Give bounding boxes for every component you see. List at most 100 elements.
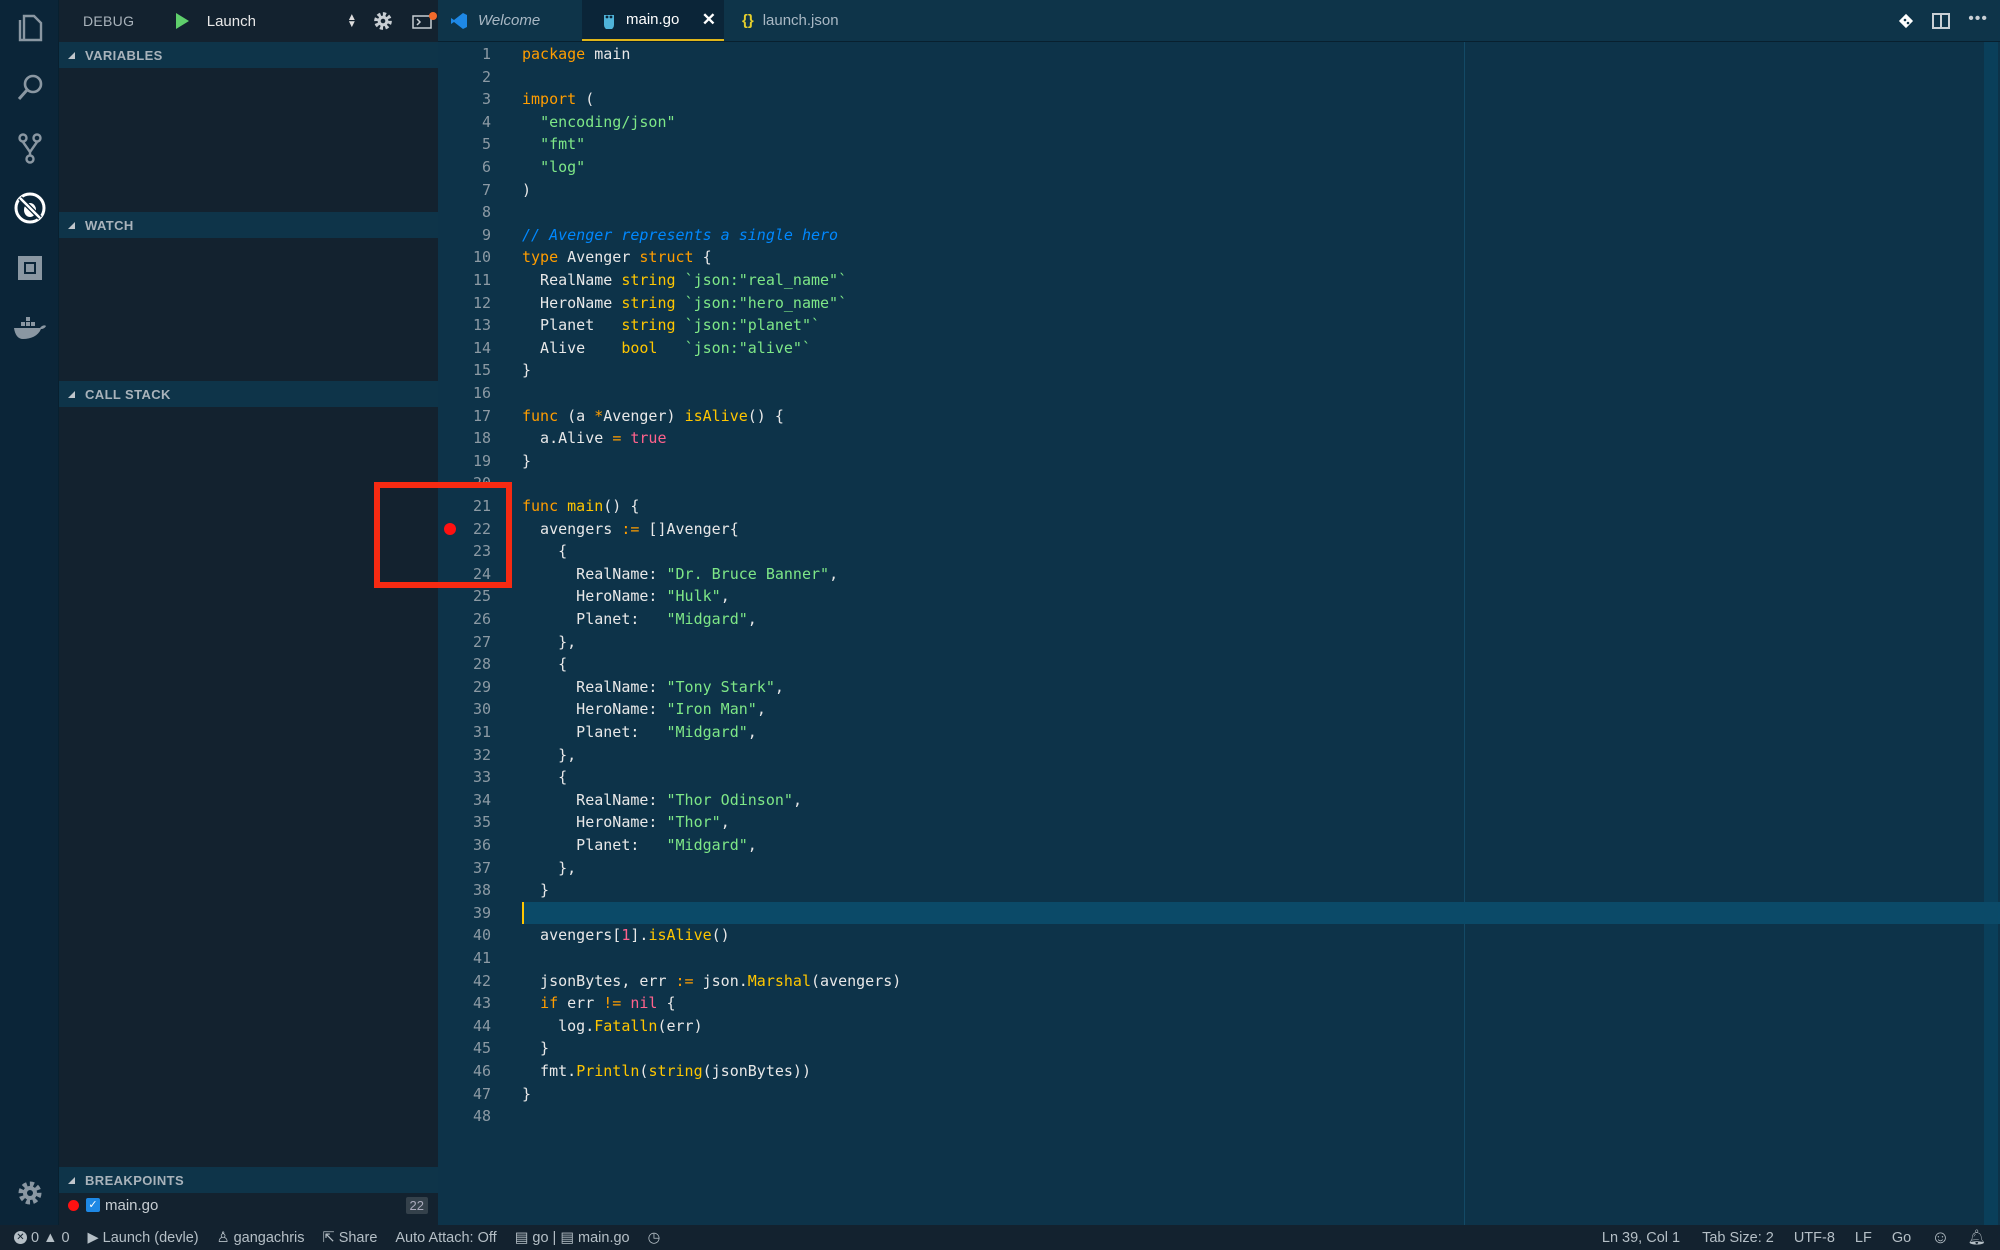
line-number[interactable]: 41 xyxy=(473,947,491,970)
cursor-position[interactable]: Ln 39, Col 1 xyxy=(1602,1230,1680,1246)
code-line[interactable]: "encoding/json" xyxy=(522,111,675,134)
code-line[interactable]: avengers[1].isAlive() xyxy=(522,924,730,947)
code-line[interactable]: Planet: "Midgard", xyxy=(522,608,757,631)
code-line[interactable]: { xyxy=(522,653,567,676)
code-line[interactable]: type Avenger struct { xyxy=(522,246,712,269)
code-line[interactable]: RealName: "Thor Odinson", xyxy=(522,789,802,812)
line-number[interactable]: 31 xyxy=(473,721,491,744)
live-share-user[interactable]: ♙ gangachris xyxy=(217,1230,305,1246)
code-line[interactable]: HeroName: "Iron Man", xyxy=(522,698,766,721)
docker-icon[interactable] xyxy=(0,300,59,356)
code-line[interactable]: // Avenger represents a single hero xyxy=(522,224,838,247)
share-button[interactable]: ⇱ Share xyxy=(323,1230,378,1246)
code-line[interactable]: { xyxy=(522,766,567,789)
code-lines[interactable]: package main import ( "encoding/json" "fm… xyxy=(522,42,2000,1225)
code-line[interactable]: RealName string `json:"real_name"` xyxy=(522,269,847,292)
code-line[interactable]: if err != nil { xyxy=(522,992,675,1015)
breakpoint-enabled-checkbox[interactable]: ✓ xyxy=(86,1198,100,1212)
code-line[interactable]: } xyxy=(522,879,549,902)
line-number[interactable]: 39 xyxy=(473,902,491,925)
code-line[interactable]: Planet string `json:"planet"` xyxy=(522,314,820,337)
line-number[interactable]: 6 xyxy=(482,156,491,179)
code-line[interactable]: "log" xyxy=(522,156,585,179)
go-workspace-info[interactable]: ▤ go | ▤ main.go xyxy=(515,1230,630,1246)
line-number[interactable]: 47 xyxy=(473,1083,491,1106)
code-line[interactable]: fmt.Println(string(jsonBytes)) xyxy=(522,1060,811,1083)
settings-gear-icon[interactable] xyxy=(0,1165,59,1221)
line-number[interactable]: 9 xyxy=(482,224,491,247)
line-number[interactable]: 42 xyxy=(473,970,491,993)
breakpoints-section-header[interactable]: BREAKPOINTS xyxy=(59,1167,438,1193)
line-number[interactable]: 15 xyxy=(473,359,491,382)
debug-status[interactable]: ▶ Launch (devle) xyxy=(88,1230,199,1246)
line-number[interactable]: 16 xyxy=(473,382,491,405)
code-line[interactable]: Planet: "Midgard", xyxy=(522,834,757,857)
line-number[interactable]: 10 xyxy=(473,246,491,269)
tab-size[interactable]: Tab Size: 2 xyxy=(1702,1230,1774,1246)
variables-section-header[interactable]: VARIABLES xyxy=(59,42,438,68)
code-line[interactable]: avengers := []Avenger{ xyxy=(522,518,739,541)
line-number[interactable]: 3 xyxy=(482,88,491,111)
line-number[interactable]: 4 xyxy=(482,111,491,134)
auto-attach-toggle[interactable]: Auto Attach: Off xyxy=(395,1230,496,1246)
line-number[interactable]: 17 xyxy=(473,405,491,428)
line-number[interactable]: 34 xyxy=(473,789,491,812)
feedback-smiley-icon[interactable]: ☺ xyxy=(1931,1227,1949,1248)
line-number[interactable]: 43 xyxy=(473,992,491,1015)
tab-main-go[interactable]: main.go ✕ xyxy=(582,0,724,41)
line-number[interactable]: 40 xyxy=(473,924,491,947)
line-number[interactable]: 33 xyxy=(473,766,491,789)
code-line[interactable]: } xyxy=(522,359,531,382)
tab-welcome[interactable]: Welcome xyxy=(438,0,582,41)
config-dropdown-arrow-icon[interactable]: ▲ ▼ xyxy=(347,13,373,30)
line-number[interactable]: 44 xyxy=(473,1015,491,1038)
code-line[interactable]: func main() { xyxy=(522,495,639,518)
line-number[interactable]: 35 xyxy=(473,811,491,834)
encoding[interactable]: UTF-8 xyxy=(1794,1230,1835,1246)
line-number-gutter[interactable]: 1 2 3 4 5 6 7 8 9 10 11 12 13 14 15 16 17 18 19 20 21 22 23 24 2… xyxy=(438,42,522,1225)
close-tab-icon[interactable]: ✕ xyxy=(702,10,716,30)
problems-indicator[interactable]: ✕ 0 ▲ 0 xyxy=(14,1230,70,1246)
line-number[interactable]: 48 xyxy=(473,1105,491,1128)
code-line[interactable]: }, xyxy=(522,744,576,767)
split-editor-icon[interactable] xyxy=(1932,13,1950,29)
line-number[interactable]: 2 xyxy=(482,66,491,89)
line-ending[interactable]: LF xyxy=(1855,1230,1872,1246)
explorer-icon[interactable] xyxy=(0,0,59,56)
code-line[interactable]: } xyxy=(522,450,531,473)
line-number[interactable]: 27 xyxy=(473,631,491,654)
debug-icon[interactable] xyxy=(0,180,59,236)
line-number[interactable]: 26 xyxy=(473,608,491,631)
more-actions-icon[interactable]: ••• xyxy=(1968,10,1988,28)
code-line[interactable]: } xyxy=(522,1083,531,1106)
code-line[interactable]: HeroName: "Hulk", xyxy=(522,585,730,608)
line-number[interactable]: 5 xyxy=(482,133,491,156)
watch-section-header[interactable]: WATCH xyxy=(59,212,438,238)
line-number[interactable]: 11 xyxy=(473,269,491,292)
line-number[interactable]: 29 xyxy=(473,676,491,699)
history-clock-icon[interactable]: ◷ xyxy=(648,1230,661,1246)
line-number[interactable]: 1 xyxy=(482,43,491,66)
line-number[interactable]: 8 xyxy=(482,201,491,224)
call-stack-section-header[interactable]: CALL STACK xyxy=(59,381,438,407)
start-debugging-button[interactable] xyxy=(175,13,189,29)
line-number[interactable]: 38 xyxy=(473,879,491,902)
code-line[interactable]: package main xyxy=(522,43,630,66)
code-line[interactable]: HeroName string `json:"hero_name"` xyxy=(522,292,847,315)
code-line[interactable]: "fmt" xyxy=(522,133,585,156)
line-number[interactable]: 28 xyxy=(473,653,491,676)
code-line[interactable]: }, xyxy=(522,631,576,654)
line-number[interactable]: 12 xyxy=(473,292,491,315)
extensions-icon[interactable] xyxy=(0,240,59,296)
tab-launch-json[interactable]: {} launch.json xyxy=(724,0,868,41)
line-number[interactable]: 37 xyxy=(473,857,491,880)
code-line[interactable]: Alive bool `json:"alive"` xyxy=(522,337,811,360)
debug-settings-gear-icon[interactable] xyxy=(373,11,412,31)
code-line[interactable]: func (a *Avenger) isAlive() { xyxy=(522,405,784,428)
code-line[interactable]: import ( xyxy=(522,88,594,111)
line-number[interactable]: 30 xyxy=(473,698,491,721)
debug-console-icon[interactable] xyxy=(412,12,438,30)
line-number[interactable]: 19 xyxy=(473,450,491,473)
code-line[interactable]: }, xyxy=(522,857,576,880)
line-number[interactable]: 18 xyxy=(473,427,491,450)
